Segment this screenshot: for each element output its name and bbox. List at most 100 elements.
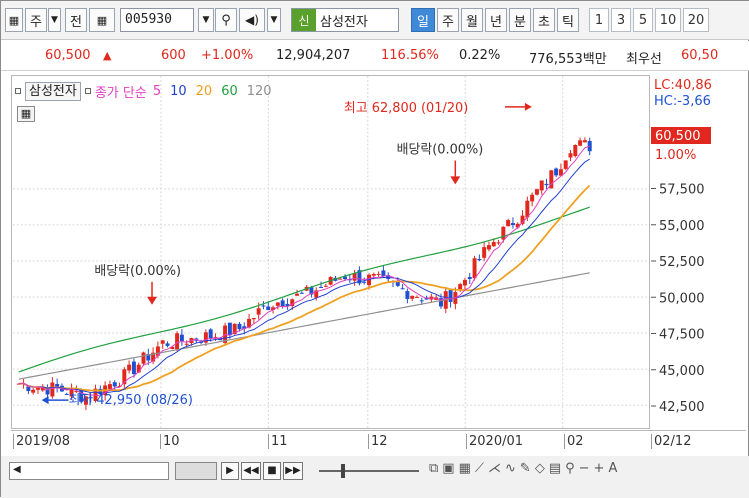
scale-icon[interactable]: A	[608, 461, 617, 476]
image-tool-icon[interactable]: ▤	[549, 461, 561, 476]
zoom-slider-handle[interactable]	[341, 464, 345, 478]
minus-icon[interactable]: −	[579, 461, 590, 476]
table-view-icon[interactable]: ▦	[17, 106, 35, 122]
legend-ma-5[interactable]: 5	[153, 84, 161, 99]
pattern-tool-icon[interactable]: ▦	[459, 461, 471, 476]
candle-body	[184, 343, 189, 345]
stock-tag: 신	[292, 9, 316, 31]
candle-body	[208, 329, 213, 339]
pencil-tool-icon[interactable]: ✎	[520, 461, 531, 476]
fan-tool-icon[interactable]: ⋌	[488, 461, 501, 476]
interval-20[interactable]: 20	[683, 8, 709, 32]
price-chart[interactable]: 최고 62,800 (01/20) 최저 42,950 (08/26) 배당락(0.…	[11, 75, 650, 429]
candle-body	[127, 364, 132, 371]
play-icon[interactable]: ▶	[221, 462, 239, 480]
candle-body	[400, 288, 405, 290]
stock-name-field[interactable]: 신 삼성전자	[291, 8, 399, 32]
search-icon[interactable]: ⚲	[215, 8, 237, 32]
x-tick-label: 2019/08	[13, 434, 70, 449]
candle-body	[50, 382, 55, 397]
low-annotation: 최저 42,950 (08/26)	[68, 393, 192, 408]
candle-body	[530, 194, 535, 202]
candle-body	[568, 153, 573, 158]
window-tool-icon[interactable]: ▣	[442, 461, 454, 476]
dividend-arrow-1-head-icon	[147, 296, 157, 305]
candle-body	[237, 323, 242, 330]
trend-tool-icon[interactable]: ⟋	[475, 461, 484, 476]
legend-ma-60[interactable]: 60	[221, 84, 238, 99]
market-button[interactable]: 주	[25, 8, 47, 32]
period-tab-month[interactable]: 월	[461, 8, 483, 32]
rewind-icon[interactable]: ◀◀	[241, 462, 261, 480]
period-tab-week[interactable]: 주	[437, 8, 459, 32]
legend-stock-name[interactable]: 삼성전자	[25, 81, 81, 101]
legend-square-icon	[84, 88, 91, 94]
box-tool-icon[interactable]: ⧉	[429, 461, 438, 476]
chart-scrollbar[interactable]: ◀	[9, 462, 169, 480]
x-tick-label: 2020/01	[466, 434, 523, 449]
legend-ma-20[interactable]: 20	[196, 84, 213, 99]
candle-body	[578, 140, 583, 146]
interval-5[interactable]: 5	[633, 8, 653, 32]
candle-body	[362, 281, 367, 283]
fast-forward-icon[interactable]: ▶▶	[283, 462, 303, 480]
period-tab-tick[interactable]: 틱	[557, 8, 579, 32]
y-axis: LC:40,86HC:-3,66 60,500 1.00% 57,500 55,000 5…	[651, 78, 712, 415]
scroll-thumb[interactable]	[175, 462, 217, 480]
code-picker-icon[interactable]: ▦	[89, 8, 115, 32]
candle-body	[482, 247, 487, 258]
candle-body	[299, 292, 304, 294]
current-price: 60,500	[45, 48, 91, 63]
candle-body	[534, 189, 539, 195]
prev-button[interactable]: 전	[65, 8, 87, 32]
legend-ma-120[interactable]: 120	[247, 84, 272, 99]
candle-body	[160, 340, 165, 344]
lc-label: LC:40,86	[654, 78, 712, 93]
volume: 12,904,207	[276, 48, 351, 63]
candle-body	[251, 318, 256, 320]
chart-legend: 삼성전자 종가 단순 5 10 20 60 120	[15, 81, 272, 101]
ma20-line	[18, 184, 591, 392]
period-tab-minute[interactable]: 분	[509, 8, 531, 32]
candle-body	[256, 308, 261, 315]
chart-window: ▦ 주 ▼ 전 ▦ 005930 ▼ ⚲ ◀) ▼ 신 삼성전자 일 주 월 년…	[0, 0, 749, 498]
plus-icon[interactable]: +	[594, 461, 605, 476]
shape-tool-icon[interactable]: ◇	[535, 461, 545, 476]
candle-body	[261, 305, 266, 307]
speaker-icon[interactable]: ◀)	[239, 8, 265, 32]
hc-label: HC:-3,66	[654, 94, 711, 109]
grid-menu-icon[interactable]: ▦	[5, 8, 23, 32]
candle-body	[573, 145, 578, 157]
interval-1[interactable]: 1	[589, 8, 609, 32]
candle-body	[227, 322, 232, 336]
candle-body	[165, 343, 170, 346]
best-quote-label: 최우선	[626, 52, 662, 67]
candle-body	[107, 384, 112, 389]
market-dropdown-icon[interactable]: ▼	[48, 8, 61, 32]
best-quote-price: 60,50	[681, 48, 719, 63]
y-tick-label: 45,000	[659, 364, 705, 379]
period-tab-year[interactable]: 년	[485, 8, 507, 32]
zoom-icon[interactable]: ⚲	[565, 461, 575, 476]
period-tab-day[interactable]: 일	[411, 8, 435, 32]
interval-3[interactable]: 3	[611, 8, 631, 32]
period-tab-second[interactable]: 초	[533, 8, 555, 32]
candle-body	[141, 352, 146, 364]
interval-10[interactable]: 10	[655, 8, 681, 32]
candle-body	[419, 300, 424, 302]
zoom-slider-track[interactable]	[319, 470, 419, 472]
legend-ma-10[interactable]: 10	[170, 84, 187, 99]
x-axis: 2019/08 10 11 12 2020/01 02 02/12	[11, 430, 746, 454]
stop-icon[interactable]: ■	[263, 462, 281, 480]
legend-indicator[interactable]: 종가 단순	[95, 82, 147, 101]
wave-tool-icon[interactable]: ∿	[505, 461, 516, 476]
scroll-left-icon[interactable]: ◀	[13, 464, 21, 475]
candle-body	[381, 270, 386, 277]
stock-code-input[interactable]: 005930	[120, 8, 194, 32]
speaker-dropdown-icon[interactable]: ▼	[267, 8, 281, 32]
current-price-label: 60,500	[655, 129, 701, 144]
code-dropdown-icon[interactable]: ▼	[198, 8, 214, 32]
up-arrow-icon: ▲	[103, 49, 112, 62]
x-tick-label: 12	[368, 434, 388, 449]
y-tick-label: 42,500	[659, 400, 705, 415]
